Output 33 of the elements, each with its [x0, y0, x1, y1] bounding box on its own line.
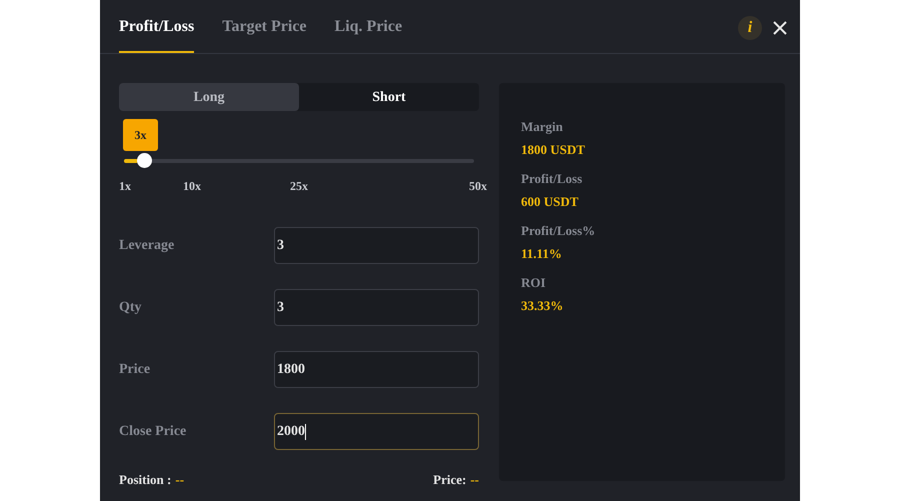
tick-label: 25x — [290, 178, 308, 195]
tab[interactable]: Profit/Loss — [119, 15, 194, 53]
field-label: Price — [119, 361, 152, 379]
result-value: 11.11% — [521, 245, 563, 263]
input-field[interactable]: 3 — [274, 227, 479, 264]
field-label: Qty — [119, 299, 143, 317]
side-tab[interactable]: Short — [299, 83, 479, 111]
leverage-badge: 3x — [123, 119, 158, 151]
result-value: 33.33% — [521, 297, 564, 315]
tick-label: 10x — [183, 178, 201, 195]
result-label: Profit/Loss — [521, 170, 584, 188]
tab[interactable]: Target Price — [222, 15, 307, 53]
position-label: Position : — [119, 471, 172, 489]
position-value: -- — [175, 471, 184, 489]
input-field[interactable]: 2000 — [274, 413, 479, 450]
price-value: -- — [470, 471, 479, 489]
info-button[interactable]: i — [738, 16, 762, 40]
result-label: Profit/Loss% — [521, 222, 596, 240]
price-label: Price: — [433, 471, 466, 489]
result-label: ROI — [521, 274, 547, 292]
field-label: Close Price — [119, 423, 188, 441]
slider-thumb[interactable] — [137, 153, 152, 168]
tick-label: 50x — [469, 178, 487, 195]
result-value: 1800 USDT — [521, 141, 586, 159]
tab[interactable]: Liq. Price — [334, 15, 402, 53]
field-label: Leverage — [119, 237, 176, 255]
input-field[interactable]: 1800 — [274, 351, 479, 388]
result-label: Margin — [521, 118, 564, 136]
result-value: 600 USDT — [521, 193, 580, 211]
input-field[interactable]: 3 — [274, 289, 479, 326]
close-icon[interactable] — [772, 20, 788, 36]
tick-label: 1x — [119, 178, 131, 195]
side-tab[interactable]: Long — [119, 83, 299, 111]
